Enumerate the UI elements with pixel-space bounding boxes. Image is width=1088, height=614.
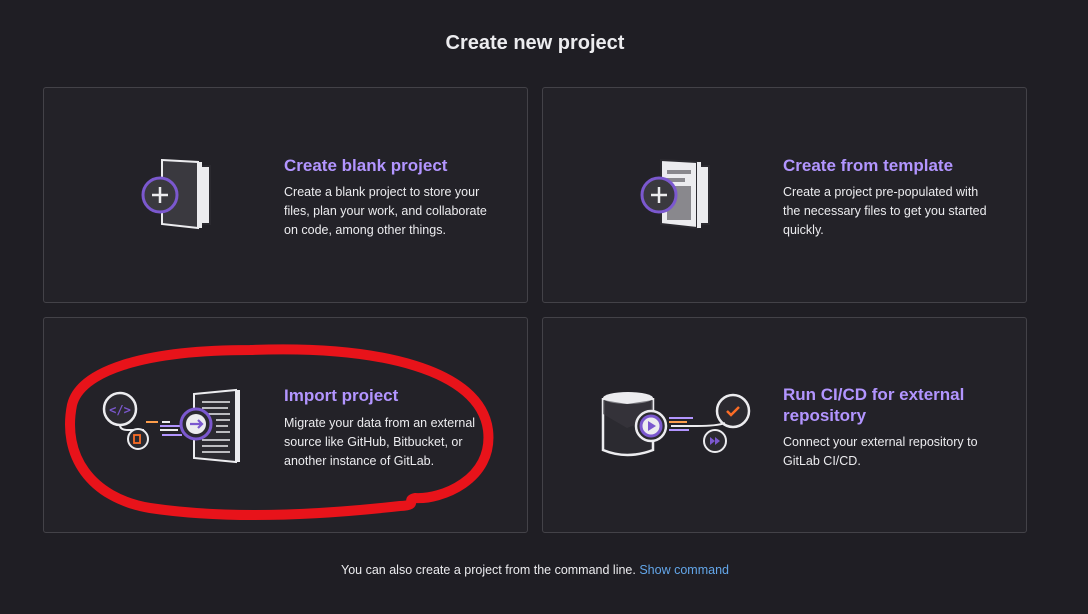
card-description: Create a project pre-populated with the … <box>783 185 987 237</box>
blank-project-icon <box>141 158 211 230</box>
ci-cd-icon <box>601 392 751 457</box>
card-description: Migrate your data from an external sourc… <box>284 416 476 468</box>
card-title: Create from template <box>783 156 954 175</box>
create-blank-project-card[interactable]: Create blank project Create a blank proj… <box>43 87 528 303</box>
command-line-hint: You can also create a project from the c… <box>0 563 1070 577</box>
template-project-icon <box>640 158 710 230</box>
run-ci-cd-card[interactable]: Run CI/CD for external repository Connec… <box>542 317 1027 533</box>
footer-text: You can also create a project from the c… <box>341 563 636 577</box>
show-command-link[interactable]: Show command <box>639 563 729 577</box>
card-title: Import project <box>284 386 399 405</box>
import-project-icon: </> <box>102 388 240 464</box>
import-project-card[interactable]: </> Import project Migrate your data fro… <box>43 317 528 533</box>
page-title: Create new project <box>445 32 625 54</box>
card-title: Run CI/CD for external repository <box>783 385 965 425</box>
card-description: Connect your external repository to GitL… <box>783 435 978 468</box>
card-description: Create a blank project to store your fil… <box>284 185 487 237</box>
create-from-template-card[interactable]: Create from template Create a project pr… <box>542 87 1027 303</box>
card-title: Create blank project <box>284 156 448 175</box>
svg-text:</>: </> <box>109 403 131 417</box>
new-project-page: Create new project Create blank project … <box>0 0 1088 614</box>
